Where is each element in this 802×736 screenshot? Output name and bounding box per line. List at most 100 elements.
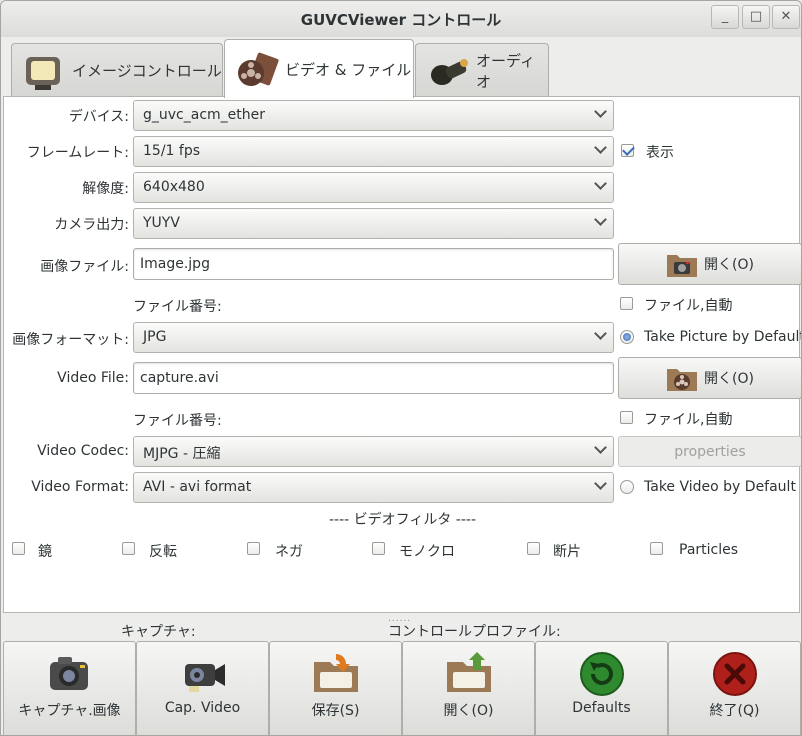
filter-particles-checkbox[interactable]	[650, 542, 663, 555]
image-format-label: 画像フォーマット:	[12, 332, 129, 348]
device-select[interactable]: g_uvc_acm_ether	[133, 100, 614, 131]
framerate-value: 15/1 fps	[143, 143, 200, 159]
video-file-panel: デバイス: g_uvc_acm_ether フレームレート: 15/1 fps …	[3, 96, 802, 613]
chevron-down-icon	[594, 327, 607, 340]
image-format-value: JPG	[143, 329, 167, 345]
image-open-button[interactable]: 開く(O)	[618, 243, 801, 285]
chevron-down-icon	[594, 477, 607, 490]
device-value: g_uvc_acm_ether	[143, 107, 266, 123]
capture-image-label: キャプチャ.画像	[18, 703, 121, 719]
properties-label: properties	[674, 443, 746, 460]
tab-label: ビデオ & ファイル	[285, 60, 412, 79]
framerate-label: フレームレート:	[26, 145, 129, 161]
resolution-select[interactable]: 640x480	[133, 172, 614, 203]
video-codec-value: MJPG - 圧縮	[143, 446, 221, 462]
tab-image-controls[interactable]: イメージコントロール	[11, 43, 223, 97]
video-filter-heading: ---- ビデオフィルタ ----	[328, 512, 477, 528]
image-file-auto-label: ファイル,自動	[644, 298, 733, 314]
properties-button[interactable]: properties	[618, 436, 801, 467]
window-title: GUVCViewer コントロール	[300, 11, 502, 29]
video-codec-label: Video Codec:	[37, 443, 129, 459]
camera-output-select[interactable]: YUYV	[133, 208, 614, 239]
tab-label: イメージコントロール	[72, 62, 222, 80]
filter-mirror-checkbox[interactable]	[12, 542, 25, 555]
title-bar[interactable]: GUVCViewer コントロール _ □ ✕	[1, 1, 801, 37]
resolution-value: 640x480	[143, 179, 205, 195]
video-format-select[interactable]: AVI - avi format	[133, 472, 614, 503]
filter-negative-checkbox[interactable]	[247, 542, 260, 555]
video-file-value: capture.avi	[140, 370, 219, 386]
capture-image-button[interactable]: キャプチャ.画像	[3, 641, 136, 735]
camera-icon	[44, 648, 96, 700]
film-reel-icon	[235, 47, 279, 91]
filter-mono-checkbox[interactable]	[372, 542, 385, 555]
quit-button[interactable]: 終了(Q)	[668, 641, 801, 735]
filter-negative-label: ネガ	[275, 544, 303, 560]
tab-label: オーディオ	[476, 51, 535, 91]
capture-video-button[interactable]: Cap. Video	[136, 641, 269, 735]
defaults-label: Defaults	[572, 700, 631, 716]
camera-output-label: カメラ出力:	[54, 217, 129, 233]
maximize-button[interactable]: □	[742, 5, 770, 29]
tab-audio[interactable]: オーディオ	[415, 43, 549, 97]
open-folder-icon	[443, 648, 495, 700]
chevron-down-icon	[594, 105, 607, 118]
close-button[interactable]: ✕	[772, 5, 800, 29]
video-open-button[interactable]: 開く(O)	[618, 357, 801, 399]
take-picture-default-radio[interactable]	[620, 330, 634, 344]
filter-pieces-checkbox[interactable]	[527, 542, 540, 555]
video-format-value: AVI - avi format	[143, 479, 252, 495]
show-label: 表示	[646, 145, 674, 161]
capture-label: キャプチャ:	[121, 624, 196, 640]
video-open-label: 開く(O)	[704, 371, 754, 387]
tab-video-file[interactable]: ビデオ & ファイル	[224, 39, 414, 98]
bottom-toolbar: ...... キャプチャ: コントロールプロファイル: キャプチャ.画像 Cap…	[1, 613, 801, 735]
microphone-icon	[426, 49, 470, 93]
main-window: GUVCViewer コントロール _ □ ✕ イメージコントロール ビデオ &…	[0, 0, 802, 736]
video-file-label: Video File:	[57, 370, 129, 386]
filter-mirror-label: 鏡	[38, 544, 52, 560]
filter-particles-label: Particles	[679, 542, 739, 558]
minimize-button[interactable]: _	[711, 5, 739, 29]
tab-bar: イメージコントロール ビデオ & ファイル オーディオ	[1, 37, 801, 98]
save-profile-button[interactable]: 保存(S)	[269, 641, 402, 735]
folder-film-icon	[666, 363, 698, 393]
quit-label: 終了(Q)	[709, 703, 760, 719]
take-picture-default-label: Take Picture by Default	[644, 329, 802, 345]
device-label: デバイス:	[68, 109, 129, 125]
image-file-input[interactable]: Image.jpg	[133, 248, 614, 280]
image-file-auto-checkbox[interactable]	[620, 297, 633, 310]
take-video-default-radio[interactable]	[620, 480, 634, 494]
resolution-label: 解像度:	[82, 181, 129, 197]
filter-pieces-label: 断片	[553, 544, 581, 560]
framerate-select[interactable]: 15/1 fps	[133, 136, 614, 167]
video-file-auto-label: ファイル,自動	[644, 412, 733, 428]
tv-icon	[22, 49, 66, 93]
video-format-label: Video Format:	[31, 479, 129, 495]
chevron-down-icon	[594, 177, 607, 190]
camera-output-value: YUYV	[143, 215, 180, 231]
take-video-default-label: Take Video by Default	[644, 479, 796, 495]
open-profile-button[interactable]: 開く(O)	[402, 641, 535, 735]
capture-video-label: Cap. Video	[164, 700, 241, 716]
video-codec-select[interactable]: MJPG - 圧縮	[133, 436, 614, 467]
image-file-label: 画像ファイル:	[40, 259, 129, 275]
video-file-input[interactable]: capture.avi	[133, 362, 614, 394]
chevron-down-icon	[594, 141, 607, 154]
save-folder-icon	[310, 648, 362, 700]
chevron-down-icon	[594, 441, 607, 454]
image-file-value: Image.jpg	[140, 256, 210, 272]
folder-camera-icon	[666, 249, 698, 279]
quit-icon	[709, 648, 761, 700]
reset-icon	[576, 648, 628, 700]
profile-label: コントロールプロファイル:	[388, 624, 561, 640]
image-open-label: 開く(O)	[704, 257, 754, 273]
filter-invert-checkbox[interactable]	[122, 542, 135, 555]
video-camera-icon	[177, 648, 229, 700]
video-file-auto-checkbox[interactable]	[620, 411, 633, 424]
chevron-down-icon	[594, 213, 607, 226]
defaults-button[interactable]: Defaults	[535, 641, 668, 735]
image-format-select[interactable]: JPG	[133, 322, 614, 353]
show-checkbox[interactable]	[621, 144, 634, 157]
image-file-number-label: ファイル番号:	[133, 299, 222, 315]
